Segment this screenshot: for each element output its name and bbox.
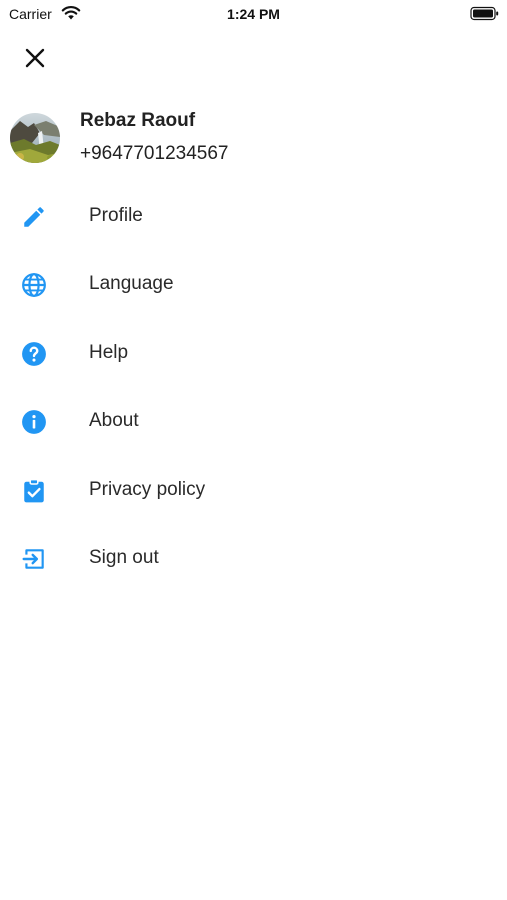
pencil-icon — [20, 203, 48, 231]
menu-item-label: Privacy policy — [89, 478, 206, 500]
battery-icon — [470, 6, 500, 21]
close-button[interactable] — [20, 45, 50, 75]
sign-out-icon — [20, 545, 48, 573]
info-circle-icon — [20, 408, 48, 436]
menu-item-language[interactable]: Language — [0, 250, 507, 318]
menu-item-privacy-policy[interactable]: Privacy policy — [0, 456, 507, 524]
menu-item-label: Language — [89, 273, 174, 295]
side-menu: Profile Language Help About Privacy poli… — [0, 182, 507, 592]
menu-item-label: Sign out — [89, 546, 159, 568]
menu-item-profile[interactable]: Profile — [0, 182, 507, 250]
menu-item-help[interactable]: Help — [0, 319, 507, 387]
menu-item-label: Profile — [89, 205, 143, 226]
globe-icon — [20, 271, 48, 299]
close-icon — [25, 48, 45, 73]
user-phone: +9647701234567 — [80, 143, 229, 164]
status-time: 1:24 PM — [227, 6, 280, 22]
menu-item-about[interactable]: About — [0, 387, 507, 455]
help-circle-icon — [20, 340, 48, 368]
status-bar: Carrier 1:24 PM — [0, 0, 507, 30]
user-name: Rebaz Raouf — [80, 110, 196, 131]
avatar — [10, 113, 60, 163]
profile-header: Rebaz Raouf +9647701234567 — [10, 110, 490, 170]
menu-item-label: About — [89, 410, 139, 432]
clipboard-check-icon — [20, 477, 48, 505]
menu-item-label: Help — [89, 341, 129, 363]
menu-item-sign-out[interactable]: Sign out — [0, 524, 507, 592]
